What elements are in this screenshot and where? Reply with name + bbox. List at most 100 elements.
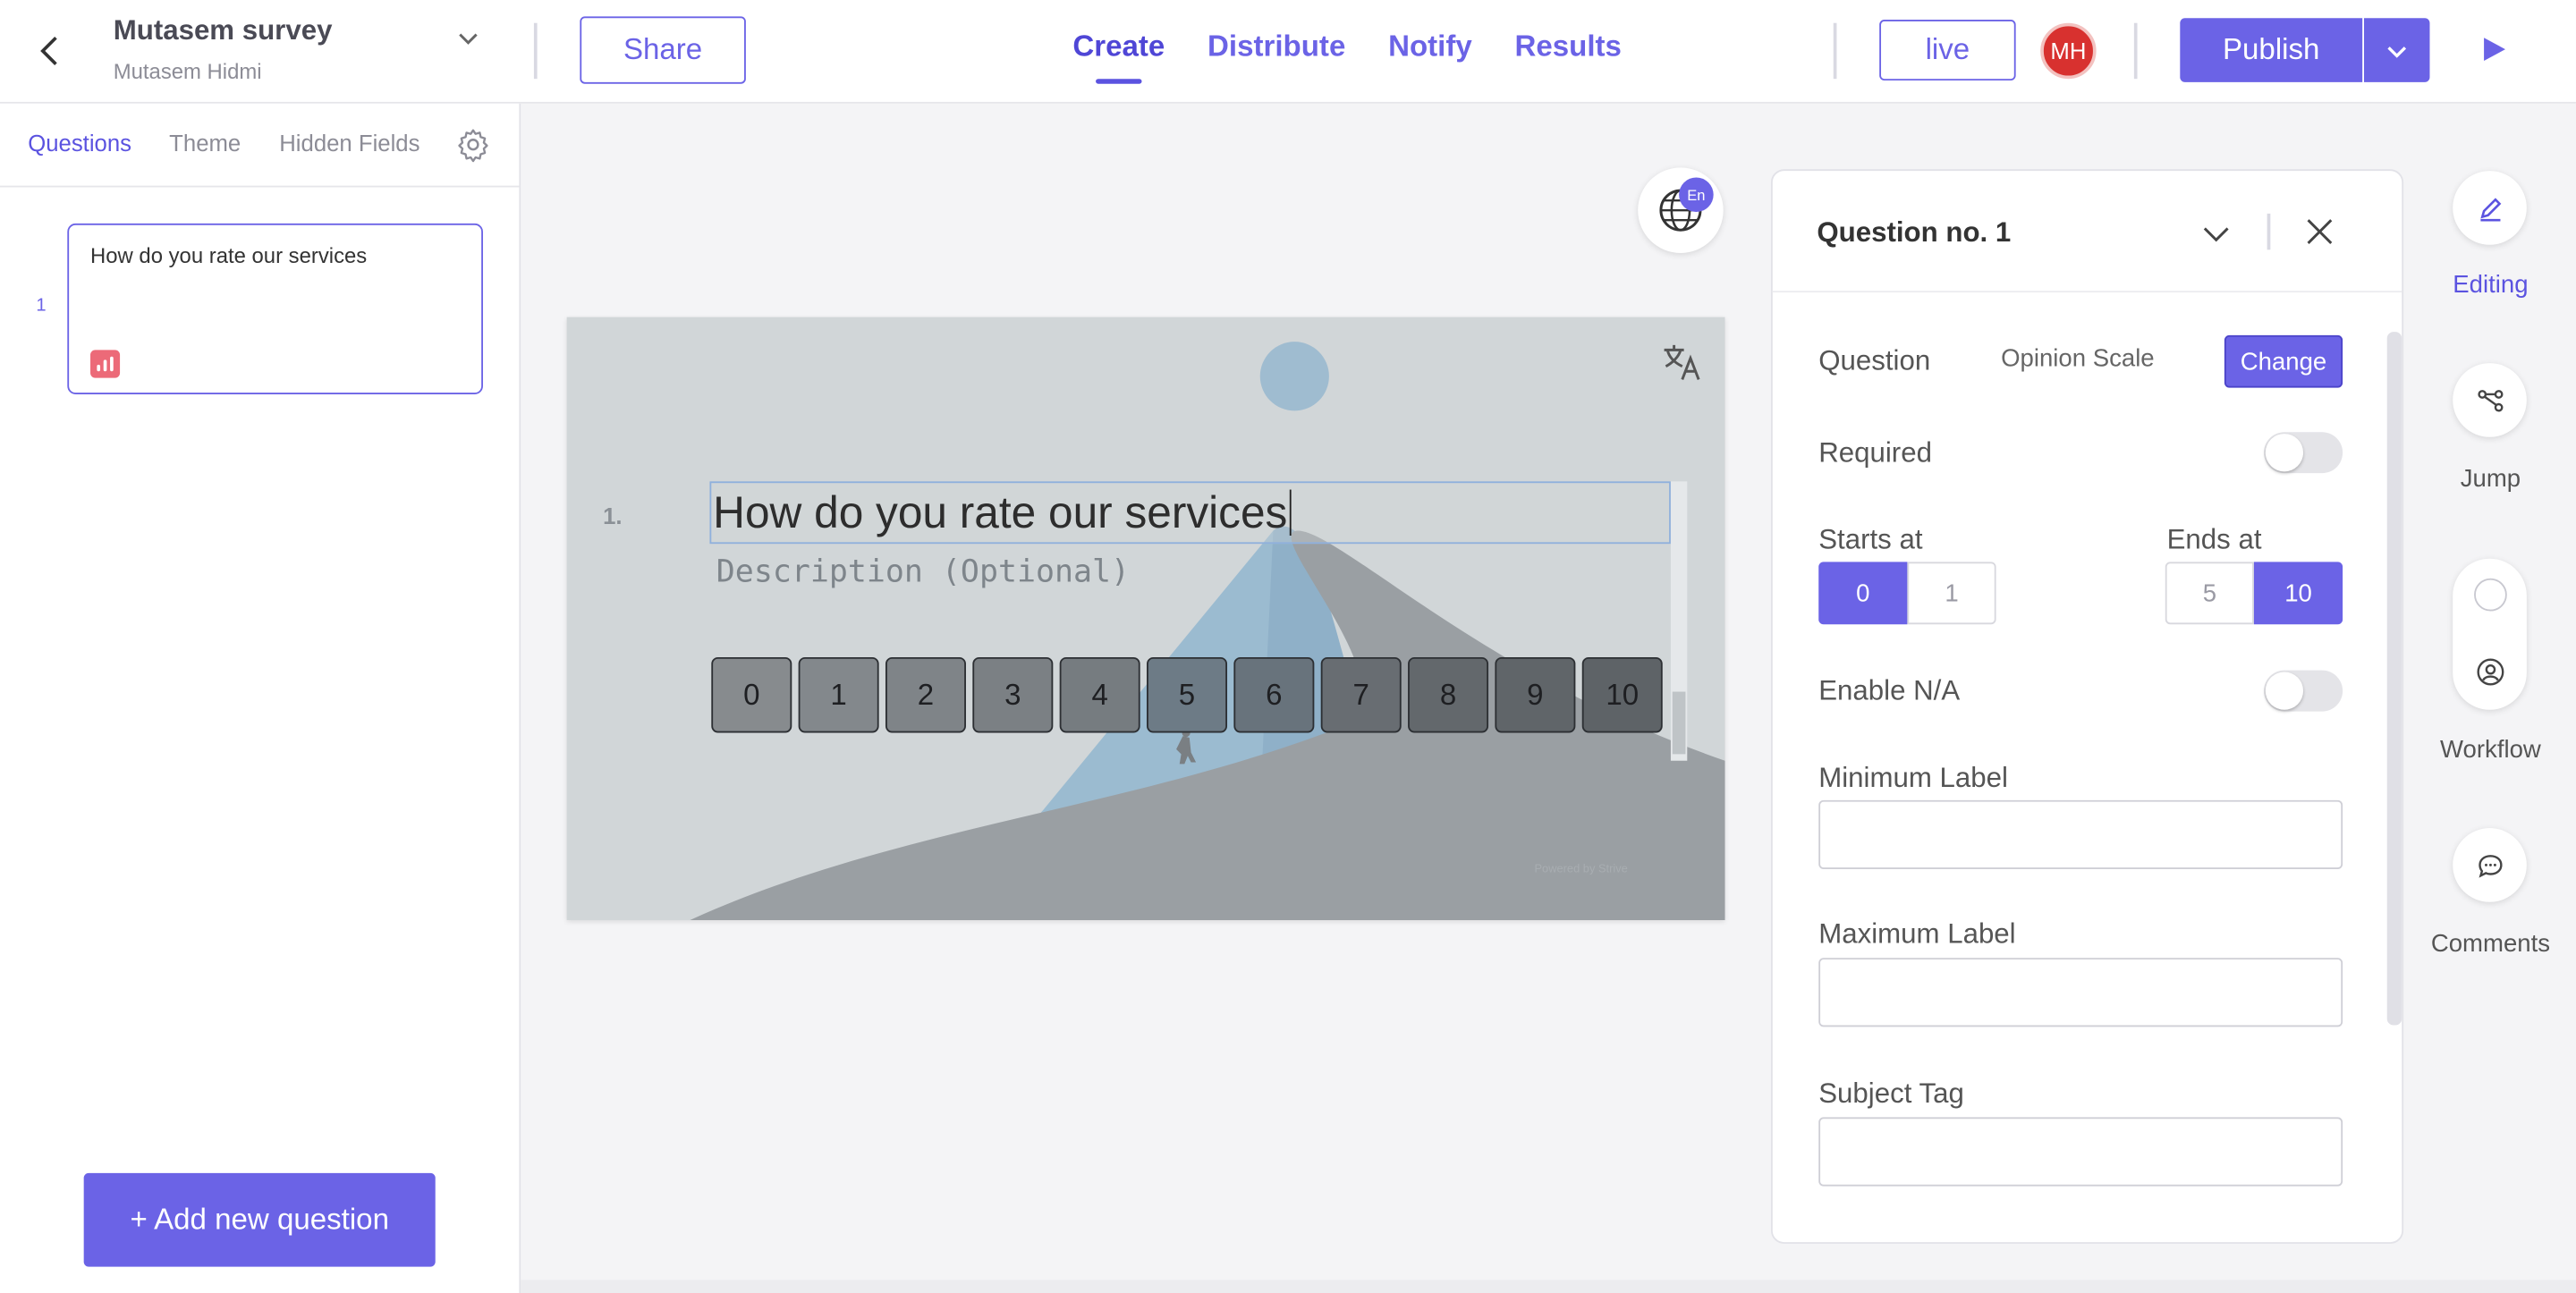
add-question-button[interactable]: + Add new question [83,1172,436,1267]
main-tabs: Create Distribute Notify Results [1072,30,1622,84]
tab-distribute[interactable]: Distribute [1208,30,1345,64]
subject-tag-label: Subject Tag [1818,1078,1964,1110]
scale-option[interactable]: 1 [798,656,879,733]
preview-question-number: 1. [603,503,623,529]
publish-options-button[interactable] [2364,18,2430,82]
jump-label[interactable]: Jump [2400,465,2576,493]
opinion-scale: 0 1 2 3 4 5 6 7 8 9 10 [711,656,1663,733]
scale-option[interactable]: 0 [711,656,792,733]
chevron-down-icon[interactable] [2199,217,2233,250]
bottom-scrollbar[interactable] [521,1280,2576,1293]
scrollbar-thumb[interactable] [1672,691,1686,755]
properties-header: Question no. 1 [1772,171,2402,293]
question-text-input[interactable]: How do you rate our services [709,481,1671,545]
sidebar-tabs: Questions Theme Hidden Fields [0,104,520,188]
divider [533,22,538,80]
scale-option[interactable]: 3 [972,656,1054,733]
branch-icon [2477,389,2503,411]
survey-owner: Mutasem Hidmi [113,59,262,84]
close-icon[interactable] [2301,214,2337,249]
preview-scrollbar[interactable] [1670,481,1688,761]
share-button[interactable]: Share [580,16,746,84]
language-button[interactable] [1638,167,1724,253]
ends-at-label: Ends at [2166,524,2262,556]
question-type-value: Opinion Scale [2001,344,2155,374]
properties-title: Question no. 1 [1817,216,2012,249]
editing-button[interactable] [2453,171,2527,245]
workflow-toggle [2453,558,2527,710]
toggle-knob [2265,672,2304,710]
questions-sidebar: Questions Theme Hidden Fields 1 How do y… [0,103,521,1293]
publish-button[interactable]: Publish [2180,18,2363,82]
comment-icon [2478,854,2502,877]
play-icon[interactable] [2478,33,2511,66]
tab-questions[interactable]: Questions [28,130,131,156]
powered-by-text: Powered by Strive [1534,864,1628,876]
question-card[interactable]: How do you rate our services [67,223,483,394]
minimum-label-input[interactable] [1818,799,2343,869]
workflow-label[interactable]: Workflow [2400,736,2576,764]
starts-at-option[interactable]: 1 [1907,562,1996,625]
starts-at-selector: 0 1 [1818,562,1996,625]
editing-label[interactable]: Editing [2400,271,2576,299]
starts-at-label: Starts at [1818,524,1923,556]
question-card-text: How do you rate our services [90,242,368,268]
enable-na-label: Enable N/A [1818,675,1961,707]
scale-option[interactable]: 7 [1320,656,1402,733]
user-circle-icon[interactable] [2476,657,2505,687]
divider [2133,22,2138,80]
comments-button[interactable] [2453,828,2527,902]
ends-at-option[interactable]: 5 [2165,562,2254,625]
tab-notify[interactable]: Notify [1388,30,1472,64]
tab-theme[interactable]: Theme [169,130,241,156]
live-button[interactable]: live [1879,20,2016,81]
subject-tag-input[interactable] [1818,1117,2343,1187]
divider [2267,213,2270,250]
tab-results[interactable]: Results [1515,30,1622,64]
minimum-label-label: Minimum Label [1818,762,2008,794]
maximum-label-label: Maximum Label [1818,918,2016,951]
pencil-icon [2479,197,2501,221]
question-text: How do you rate our services [713,487,1288,537]
scale-option[interactable]: 2 [885,656,966,733]
language-badge: En [1679,177,1714,213]
scale-option[interactable]: 8 [1408,656,1489,733]
scale-option[interactable]: 4 [1059,656,1140,733]
change-type-button[interactable]: Change [2224,334,2343,388]
top-bar: Mutasem survey Mutasem Hidmi Share Creat… [0,0,2576,104]
avatar[interactable]: MH [2040,22,2097,80]
description-input[interactable]: Description (Optional) [716,554,1130,589]
divider [1833,22,1837,80]
chevron-down-icon [2387,46,2407,57]
question-properties-panel: Question no. 1 Question Opinion Scale Ch… [1770,169,2404,1244]
comments-label[interactable]: Comments [2400,930,2576,958]
ends-at-option[interactable]: 10 [2253,562,2343,625]
chevron-down-icon[interactable] [453,23,483,53]
tab-create[interactable]: Create [1072,30,1165,84]
translate-icon[interactable] [1661,340,1704,383]
scale-option[interactable]: 5 [1147,656,1228,733]
ends-at-selector: 5 10 [2165,562,2343,625]
properties-scrollbar[interactable] [2386,332,2402,1026]
text-caret [1289,489,1292,536]
scale-option[interactable]: 10 [1581,656,1663,733]
scale-option[interactable]: 9 [1495,656,1576,733]
required-toggle[interactable] [2263,432,2343,474]
globe-icon [1659,189,1702,232]
question-number: 1 [36,295,47,316]
gear-icon[interactable] [455,126,491,163]
question-type-label: Question [1818,344,1931,376]
enable-na-toggle[interactable] [2263,670,2343,712]
required-label: Required [1818,436,1932,469]
opinion-scale-icon [90,350,121,378]
back-arrow-icon[interactable] [33,33,69,69]
starts-at-option[interactable]: 0 [1818,562,1908,625]
maximum-label-input[interactable] [1818,958,2343,1027]
survey-title: Mutasem survey [113,14,333,46]
scale-option[interactable]: 6 [1233,656,1315,733]
tab-hidden-fields[interactable]: Hidden Fields [279,130,419,156]
workflow-off-option[interactable] [2474,578,2507,612]
dune-background-illustration [690,342,1725,920]
question-preview: 1. How do you rate our services Descript… [566,317,1725,920]
jump-button[interactable] [2453,363,2527,437]
